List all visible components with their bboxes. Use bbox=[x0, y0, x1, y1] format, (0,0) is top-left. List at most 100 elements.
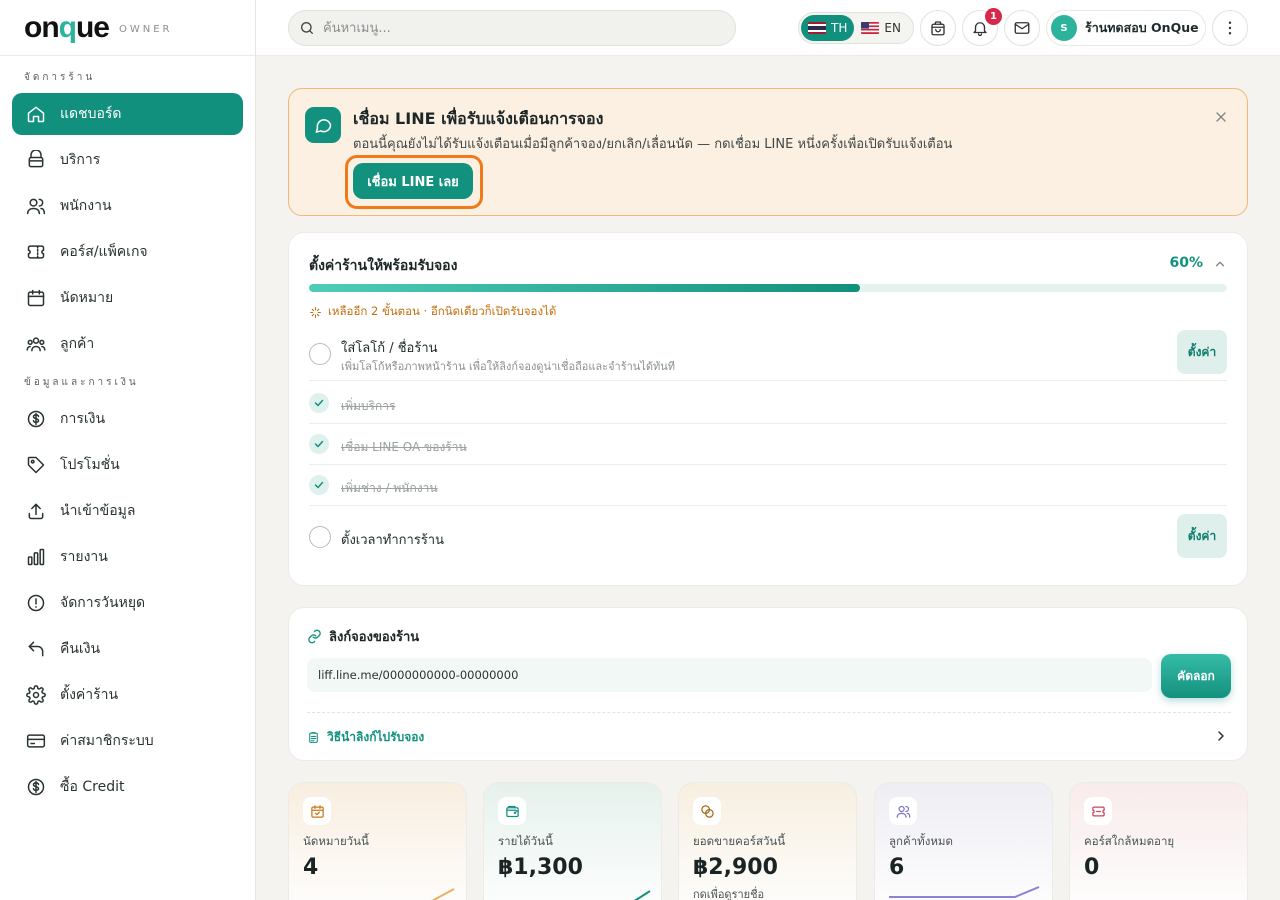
ticket-icon bbox=[27, 245, 45, 259]
sidebar-item-staff[interactable]: พนักงาน bbox=[12, 185, 243, 227]
task-checkbox[interactable] bbox=[309, 343, 331, 365]
howto-link[interactable]: วิธีนำลิงก์ไปรับจอง bbox=[307, 728, 424, 747]
setup-checklist-card: ตั้งค่าร้านให้พร้อมรับจอง 60% เหลืออีก 2… bbox=[288, 232, 1248, 586]
stat-total-customers[interactable]: ลูกค้าทั้งหมด 6 bbox=[874, 782, 1053, 900]
task-staff: เพิ่มช่าง / พนักงาน bbox=[309, 465, 1227, 506]
chevron-up-icon[interactable] bbox=[1213, 257, 1227, 271]
chat-bubble-icon bbox=[305, 107, 341, 143]
line-connect-banner: เชื่อม LINE เพื่อรับแจ้งเตือนการจอง ตอนน… bbox=[288, 88, 1248, 216]
task-label: เพิ่มช่าง / พนักงาน bbox=[341, 481, 438, 495]
stat-value: 0 bbox=[1084, 855, 1100, 880]
sidebar-item-customers[interactable]: ลูกค้า bbox=[12, 323, 243, 365]
kebab-menu-icon bbox=[1228, 21, 1232, 35]
divider bbox=[307, 712, 1231, 713]
refund-icon bbox=[28, 641, 44, 657]
close-icon[interactable] bbox=[1213, 109, 1229, 125]
lang-th-label: TH bbox=[831, 21, 848, 35]
stat-label: นัดหมายวันนี้ bbox=[303, 834, 369, 848]
sidebar-item-dashboard[interactable]: แดชบอร์ด bbox=[12, 93, 243, 135]
cart-button[interactable] bbox=[920, 10, 956, 46]
sidebar-item-label: โปรโมชั่น bbox=[60, 457, 120, 473]
sidebar-item-buy-credit[interactable]: ซื้อ Credit bbox=[12, 766, 243, 808]
shopping-bag-icon bbox=[931, 21, 945, 36]
sidebar-item-promotions[interactable]: โปรโมชั่น bbox=[12, 444, 243, 486]
sidebar-item-services[interactable]: บริการ bbox=[12, 139, 243, 181]
copy-link-button[interactable]: คัดลอก bbox=[1161, 654, 1231, 698]
stat-appointments-today[interactable]: นัดหมายวันนี้ 4 bbox=[288, 782, 467, 900]
calendar-icon bbox=[27, 289, 45, 307]
task-label: เพิ่มบริการ bbox=[341, 399, 396, 413]
booking-link-input[interactable] bbox=[307, 658, 1152, 692]
lang-th-button[interactable]: TH bbox=[801, 15, 855, 41]
booking-link-title: ลิงก์จองของร้าน bbox=[307, 626, 419, 647]
banner-title: เชื่อม LINE เพื่อรับแจ้งเตือนการจอง bbox=[353, 109, 604, 128]
stat-courses-expiring[interactable]: คอร์สใกล้หมดอายุ 0 bbox=[1069, 782, 1248, 900]
remaining-text: เหลืออีก 2 ขั้นตอน · อีกนิดเดียวก็เปิดรั… bbox=[328, 304, 557, 318]
setup-progress-fill bbox=[309, 284, 860, 292]
messages-button[interactable] bbox=[1004, 10, 1040, 46]
dollar-icon bbox=[27, 410, 45, 428]
language-switcher: TH EN bbox=[798, 12, 914, 44]
lang-en-button[interactable]: EN bbox=[854, 15, 908, 41]
sidebar-item-label: นัดหมาย bbox=[60, 290, 114, 306]
search-icon bbox=[301, 22, 313, 34]
sidebar-item-reports[interactable]: รายงาน bbox=[12, 536, 243, 578]
sidebar-item-courses[interactable]: คอร์ส/แพ็คเกจ bbox=[12, 231, 243, 273]
sidebar-item-label: คอร์ส/แพ็คเกจ bbox=[60, 244, 148, 260]
upload-icon bbox=[28, 503, 44, 520]
sidebar-item-label: คืนเงิน bbox=[60, 641, 101, 657]
sparkline bbox=[889, 886, 1040, 898]
sidebar-item-subscription[interactable]: ค่าสมาชิกระบบ bbox=[12, 720, 243, 762]
logo-area[interactable]: onque OWNER bbox=[0, 0, 255, 56]
stat-label: คอร์สใกล้หมดอายุ bbox=[1084, 834, 1175, 848]
lang-en-label: EN bbox=[884, 21, 901, 35]
sidebar-item-finance[interactable]: การเงิน bbox=[12, 398, 243, 440]
chevron-right-icon[interactable] bbox=[1213, 728, 1229, 744]
alert-icon bbox=[27, 594, 45, 612]
nav-section-shop: จัดการร้าน bbox=[24, 72, 96, 83]
setup-title: ตั้งค่าร้านให้พร้อมรับจอง bbox=[309, 258, 458, 274]
sidebar-item-label: ซื้อ Credit bbox=[60, 779, 125, 795]
sidebar-item-label: ตั้งค่าร้าน bbox=[60, 687, 119, 703]
banner-description: ตอนนี้คุณยังไม่ได้รับแจ้งเตือนเมื่อมีลูก… bbox=[353, 137, 953, 152]
task-label: ตั้งเวลาทำการร้าน bbox=[341, 533, 444, 548]
task-label: เชื่อม LINE OA ของร้าน bbox=[341, 440, 467, 454]
coin-icon bbox=[27, 778, 45, 796]
setup-logo-button[interactable]: ตั้งค่า bbox=[1177, 330, 1227, 374]
sidebar-item-label: นำเข้าข้อมูล bbox=[60, 503, 136, 519]
thai-flag-icon bbox=[808, 22, 826, 34]
task-checkbox[interactable] bbox=[309, 526, 331, 548]
sidebar-item-appointments[interactable]: นัดหมาย bbox=[12, 277, 243, 319]
search-input[interactable] bbox=[323, 20, 703, 36]
task-line-oa: เชื่อม LINE OA ของร้าน bbox=[309, 424, 1227, 465]
coins-icon bbox=[693, 797, 721, 825]
sparkle-icon bbox=[310, 306, 321, 318]
chart-icon bbox=[27, 548, 45, 566]
customers-icon bbox=[26, 337, 46, 352]
sidebar-item-refunds[interactable]: คืนเงิน bbox=[12, 628, 243, 670]
sidebar-item-settings[interactable]: ตั้งค่าร้าน bbox=[12, 674, 243, 716]
home-icon bbox=[27, 106, 45, 123]
setup-hours-button[interactable]: ตั้งค่า bbox=[1177, 514, 1227, 558]
mail-icon bbox=[1014, 22, 1030, 34]
stat-course-sales-today[interactable]: ยอดขายคอร์สวันนี้ ฿2,900 กดเพื่อดูรายชื่… bbox=[678, 782, 857, 900]
sidebar-item-label: การเงิน bbox=[60, 411, 106, 427]
sidebar-item-holidays[interactable]: จัดการวันหยุด bbox=[12, 582, 243, 624]
notifications-button[interactable]: 1 bbox=[962, 8, 1002, 46]
connect-line-button[interactable]: เชื่อม LINE เลย bbox=[353, 163, 473, 199]
search-bar[interactable] bbox=[288, 10, 736, 46]
sparkline bbox=[634, 890, 651, 900]
sidebar-item-import[interactable]: นำเข้าข้อมูล bbox=[12, 490, 243, 532]
top-header: TH EN 1 S ร้านทดสอบ OnQue bbox=[256, 0, 1280, 56]
check-icon bbox=[309, 434, 329, 454]
stat-label: ยอดขายคอร์สวันนี้ bbox=[693, 834, 786, 848]
profile-menu[interactable]: S ร้านทดสอบ OnQue bbox=[1046, 10, 1206, 46]
more-options-button[interactable] bbox=[1212, 10, 1248, 46]
check-icon bbox=[309, 475, 329, 495]
task-label: ใส่โลโก้ / ชื่อร้าน bbox=[341, 341, 438, 356]
us-flag-icon bbox=[861, 22, 880, 34]
stat-value: ฿2,900 bbox=[693, 855, 778, 880]
card-icon bbox=[26, 734, 46, 748]
task-logo: ใส่โลโก้ / ชื่อร้าน เพิ่มโลโก้หรือภาพหน้… bbox=[309, 323, 1227, 381]
stat-revenue-today[interactable]: รายได้วันนี้ ฿1,300 bbox=[483, 782, 662, 900]
